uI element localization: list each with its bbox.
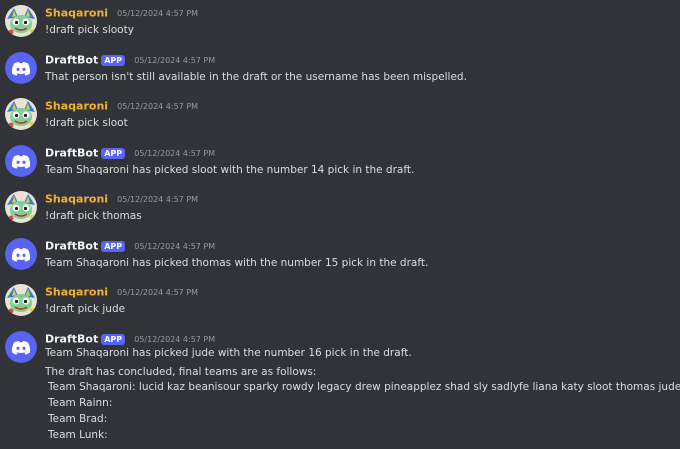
shaqaroni-avatar-icon[interactable] (5, 284, 37, 316)
username[interactable]: Shaqaroni (45, 7, 108, 20)
app-badge: APP (101, 55, 126, 66)
message-timestamp[interactable]: 05/12/2024 4:57 PM (134, 56, 215, 65)
message-text-line: The draft has concluded, final teams are… (45, 366, 317, 378)
message-header: Shaqaroni 05/12/2024 4:57 PM (45, 5, 198, 21)
message-header: DraftBot APP 05/12/2024 4:57 PM (45, 238, 215, 254)
username[interactable]: Shaqaroni (45, 286, 108, 299)
message-timestamp[interactable]: 05/12/2024 4:57 PM (117, 288, 198, 297)
message-timestamp[interactable]: 05/12/2024 4:57 PM (134, 335, 215, 344)
team-list-line: Team Brad: (48, 413, 108, 425)
team-list-line: Team Lunk: (48, 429, 108, 441)
message-header: DraftBot APP 05/12/2024 4:57 PM (45, 331, 215, 347)
message-timestamp[interactable]: 05/12/2024 4:57 PM (117, 9, 198, 18)
app-badge: APP (101, 148, 126, 159)
message-text: !draft pick sloot (45, 117, 128, 129)
discord-logo-icon[interactable] (5, 52, 37, 84)
message-header: DraftBot APP 05/12/2024 4:57 PM (45, 52, 215, 68)
message-header: Shaqaroni 05/12/2024 4:57 PM (45, 284, 198, 300)
message-text: Team Shaqaroni has picked sloot with the… (45, 164, 415, 176)
message-header: Shaqaroni 05/12/2024 4:57 PM (45, 191, 198, 207)
message-text: That person isn't still available in the… (45, 71, 467, 83)
username[interactable]: DraftBot (45, 240, 98, 253)
username[interactable]: DraftBot (45, 147, 98, 160)
message-timestamp[interactable]: 05/12/2024 4:57 PM (117, 102, 198, 111)
discord-logo-icon[interactable] (5, 238, 37, 270)
shaqaroni-avatar-icon[interactable] (5, 98, 37, 130)
shaqaroni-avatar-icon[interactable] (5, 191, 37, 223)
discord-logo-icon[interactable] (5, 145, 37, 177)
message-timestamp[interactable]: 05/12/2024 4:57 PM (134, 242, 215, 251)
message-text: Team Shaqaroni has picked thomas with th… (45, 257, 429, 269)
message-text: Team Shaqaroni has picked jude with the … (45, 347, 412, 359)
team-list-line: Team Shaqaroni: lucid kaz beanisour spar… (48, 381, 680, 393)
username[interactable]: Shaqaroni (45, 100, 108, 113)
username[interactable]: Shaqaroni (45, 193, 108, 206)
message-timestamp[interactable]: 05/12/2024 4:57 PM (134, 149, 215, 158)
message-header: DraftBot APP 05/12/2024 4:57 PM (45, 145, 215, 161)
app-badge: APP (101, 334, 126, 345)
app-badge: APP (101, 241, 126, 252)
message-timestamp[interactable]: 05/12/2024 4:57 PM (117, 195, 198, 204)
message-text: !draft pick slooty (45, 24, 134, 36)
shaqaroni-avatar-icon[interactable] (5, 5, 37, 37)
chat-message-list[interactable]: Shaqaroni 05/12/2024 4:57 PM !draft pick… (0, 0, 680, 449)
discord-logo-icon[interactable] (5, 331, 37, 363)
team-list-line: Team Rainn: (48, 397, 113, 409)
username[interactable]: DraftBot (45, 54, 98, 67)
username[interactable]: DraftBot (45, 333, 98, 346)
message-item: DraftBot APP 05/12/2024 4:57 PM Team Shaq… (0, 331, 680, 449)
message-header: Shaqaroni 05/12/2024 4:57 PM (45, 98, 198, 114)
message-text: !draft pick thomas (45, 210, 142, 222)
message-text: !draft pick jude (45, 303, 126, 315)
